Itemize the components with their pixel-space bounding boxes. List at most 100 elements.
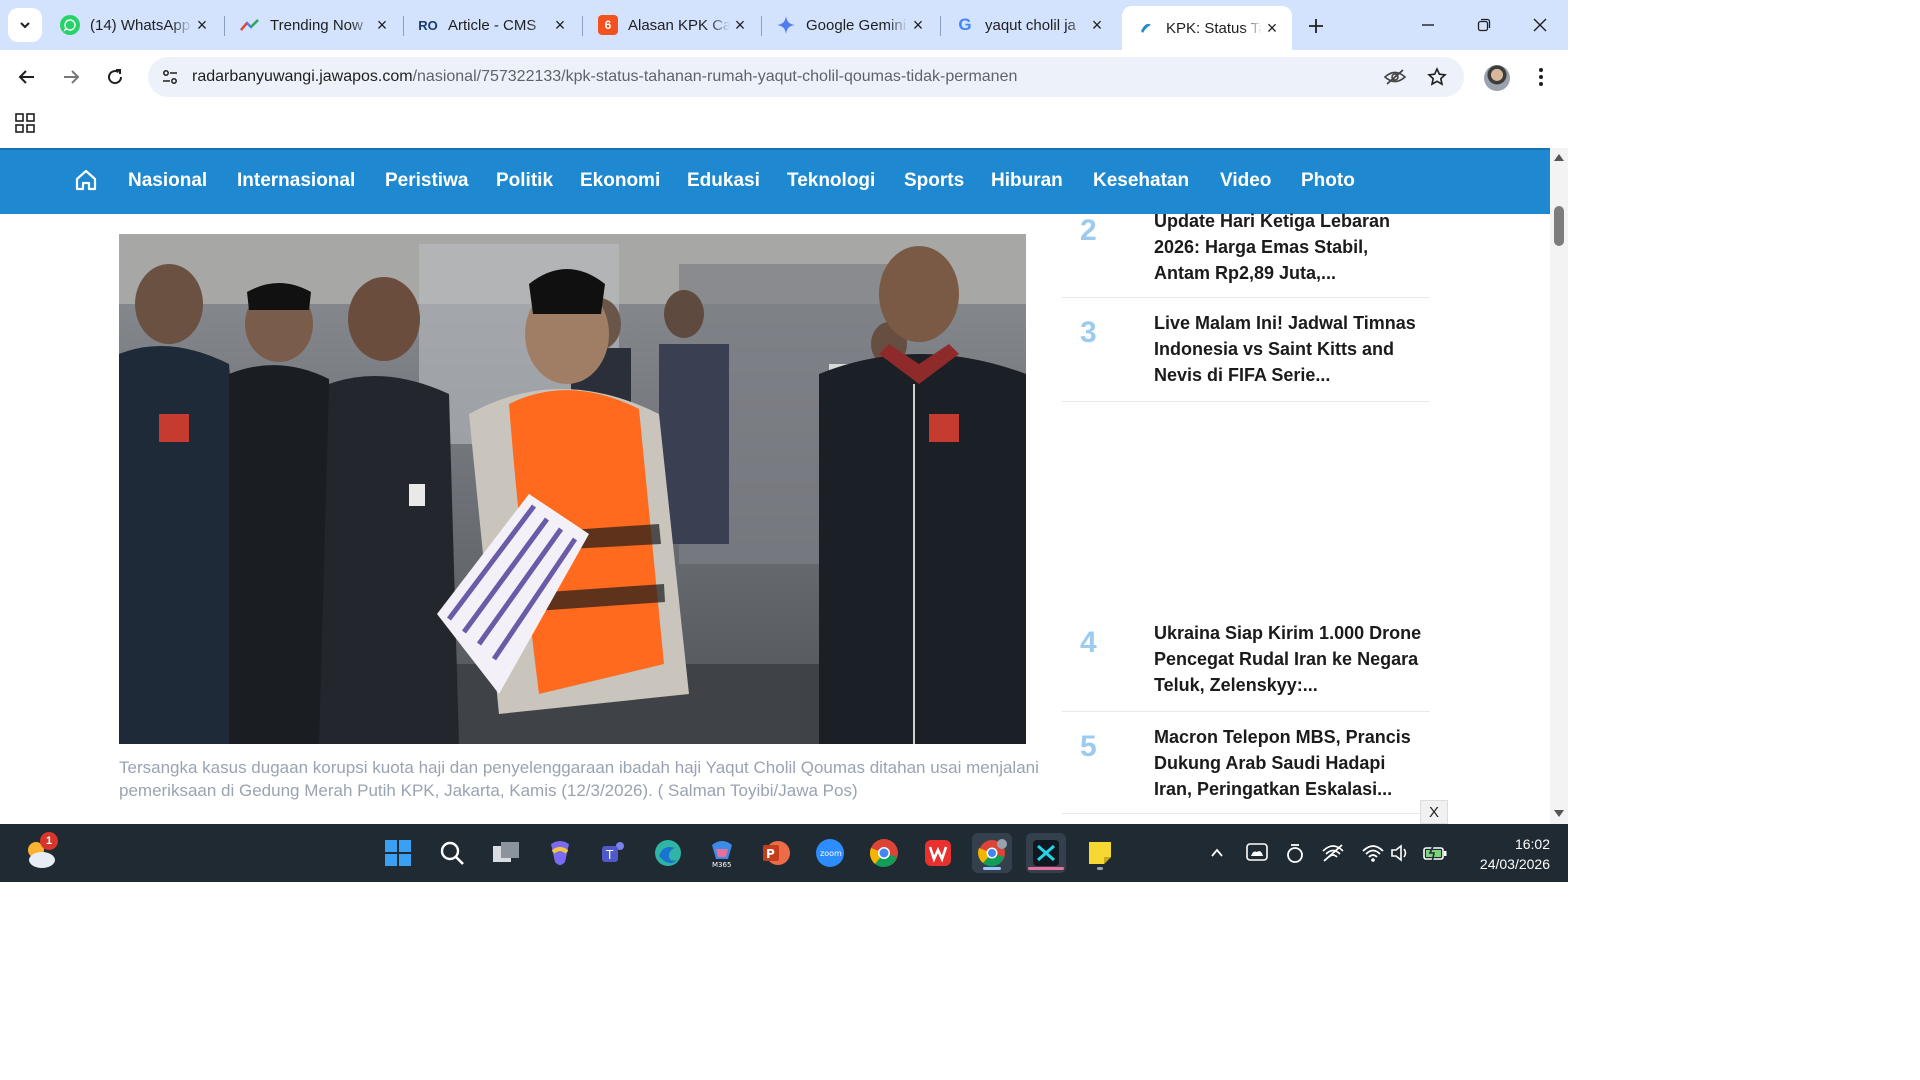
clock-time: 16:02 — [1514, 836, 1550, 852]
news-title[interactable]: Macron Telepon MBS, Prancis Dukung Arab … — [1154, 724, 1424, 802]
back-button[interactable] — [10, 60, 44, 94]
nav-kesehatan[interactable]: Kesehatan — [1093, 170, 1189, 192]
close-window-button[interactable] — [1512, 0, 1568, 50]
news-item[interactable]: 5 Macron Telepon MBS, Prancis Dukung Ara… — [1062, 712, 1430, 814]
battery-charging-icon[interactable] — [1422, 840, 1448, 866]
tab-whatsapp[interactable]: (14) WhatsApp × — [46, 6, 222, 44]
chrome-profile-button[interactable] — [972, 833, 1012, 873]
chrome-button[interactable] — [864, 833, 904, 873]
tab-google-search[interactable]: G yaqut cholil ja × — [941, 6, 1117, 44]
tab-strip: (14) WhatsApp × Trending Now × RO Articl… — [0, 0, 1568, 50]
reload-button[interactable] — [98, 60, 132, 94]
close-tab-icon[interactable]: × — [192, 15, 212, 35]
nav-politik[interactable]: Politik — [496, 170, 553, 192]
forward-button[interactable] — [54, 60, 88, 94]
news-item[interactable]: 2 Update Hari Ketiga Lebaran 2026: Harga… — [1062, 208, 1430, 298]
scroll-down-icon[interactable] — [1553, 809, 1565, 819]
restore-button[interactable] — [1456, 0, 1512, 50]
close-tab-icon[interactable]: × — [1262, 18, 1282, 38]
new-tab-button[interactable] — [1300, 10, 1332, 42]
copilot-button[interactable] — [540, 833, 580, 873]
bookmark-star-icon[interactable] — [1424, 65, 1450, 89]
tab-article-cms[interactable]: RO Article - CMS × — [404, 6, 580, 44]
restore-icon — [1477, 18, 1491, 32]
nav-peristiwa[interactable]: Peristiwa — [385, 170, 468, 192]
trending-icon — [240, 15, 260, 35]
nav-ekonomi[interactable]: Ekonomi — [580, 170, 660, 192]
arrow-left-icon — [18, 70, 34, 84]
chevron-up-icon — [1211, 848, 1223, 857]
address-bar[interactable]: radarbanyuwangi.jawapos.com/nasional/757… — [148, 57, 1464, 97]
teams-icon: T — [602, 842, 624, 862]
whatsapp-icon — [60, 15, 80, 35]
windows-taskbar: 1 T M365 P zoom 16:02 24/03/2026 — [0, 824, 1568, 882]
tab-trending[interactable]: Trending Now × — [226, 6, 402, 44]
powerpoint-button[interactable]: P — [756, 833, 796, 873]
wifi-icon[interactable] — [1360, 840, 1386, 866]
scroll-thumb[interactable] — [1554, 206, 1564, 246]
ad-close-button[interactable]: X — [1420, 800, 1448, 824]
svg-text:M365: M365 — [712, 861, 731, 869]
task-view-button[interactable] — [486, 833, 526, 873]
edge-button[interactable] — [648, 833, 688, 873]
nav-photo[interactable]: Photo — [1301, 170, 1355, 192]
tab-alasan-kpk[interactable]: 6 Alasan KPK Ca × — [584, 6, 760, 44]
zoom-icon: zoom — [816, 839, 844, 867]
m365-button[interactable]: M365 — [702, 833, 742, 873]
close-tab-icon[interactable]: × — [908, 15, 928, 35]
tracking-protection-icon[interactable] — [1382, 65, 1408, 89]
close-tab-icon[interactable]: × — [372, 15, 392, 35]
home-icon[interactable] — [72, 166, 100, 194]
capcut-icon — [1033, 840, 1059, 866]
url-text[interactable]: radarbanyuwangi.jawapos.com/nasional/757… — [192, 68, 1017, 86]
news-item[interactable]: 3 Live Malam Ini! Jadwal Timnas Indonesi… — [1062, 298, 1430, 402]
nav-sports[interactable]: Sports — [904, 170, 964, 192]
tab-title: KPK: Status Ta — [1166, 19, 1262, 37]
tab-kpk-status[interactable]: KPK: Status Ta × — [1122, 6, 1292, 50]
close-tab-icon[interactable]: × — [730, 15, 750, 35]
search-icon — [440, 841, 464, 865]
capcut-button[interactable] — [1026, 833, 1066, 873]
minimize-button[interactable] — [1400, 0, 1456, 50]
close-icon — [1533, 18, 1547, 32]
close-tab-icon[interactable]: × — [1087, 15, 1107, 35]
zoom-button[interactable]: zoom — [810, 833, 850, 873]
nav-hiburan[interactable]: Hiburan — [991, 170, 1063, 192]
volume-icon[interactable] — [1388, 840, 1414, 866]
news-number: 4 — [1080, 626, 1097, 659]
system-clock[interactable]: 16:02 24/03/2026 — [1460, 834, 1550, 874]
wps-button[interactable] — [918, 833, 958, 873]
profile-avatar[interactable] — [1484, 65, 1510, 91]
nav-edukasi[interactable]: Edukasi — [687, 170, 760, 192]
news-title[interactable]: Ukraina Siap Kirim 1.000 Drone Pencegat … — [1154, 620, 1424, 698]
network-off-icon[interactable] — [1320, 840, 1346, 866]
tab-google-gemini[interactable]: Google Gemini × — [762, 6, 938, 44]
teams-button[interactable]: T — [594, 833, 634, 873]
onedrive-icon[interactable] — [1244, 840, 1270, 866]
news-title[interactable]: Update Hari Ketiga Lebaran 2026: Harga E… — [1154, 208, 1424, 286]
show-hidden-icons-button[interactable] — [1204, 840, 1230, 866]
apps-grid-icon[interactable] — [14, 112, 36, 134]
close-tab-icon[interactable]: × — [550, 15, 570, 35]
nav-internasional[interactable]: Internasional — [237, 170, 355, 192]
plus-icon — [1309, 19, 1323, 33]
menu-icon[interactable] — [1528, 62, 1554, 92]
news-item[interactable]: 4 Ukraina Siap Kirim 1.000 Drone Pencega… — [1062, 620, 1430, 712]
svg-text:P: P — [766, 847, 775, 861]
search-button[interactable] — [432, 833, 472, 873]
page-scrollbar[interactable] — [1550, 148, 1568, 824]
nav-nasional[interactable]: Nasional — [128, 170, 207, 192]
nav-teknologi[interactable]: Teknologi — [787, 170, 875, 192]
scroll-up-icon[interactable] — [1553, 152, 1565, 162]
active-indicator — [983, 867, 1001, 870]
chevron-down-icon — [20, 22, 30, 29]
start-button[interactable] — [378, 833, 418, 873]
tab-search-button[interactable] — [8, 8, 42, 42]
site-info-icon[interactable] — [150, 57, 190, 97]
sticky-notes-button[interactable] — [1080, 833, 1120, 873]
sticky-notes-icon — [1089, 842, 1111, 864]
news-title[interactable]: Live Malam Ini! Jadwal Timnas Indonesia … — [1154, 310, 1424, 388]
sync-icon[interactable] — [1282, 840, 1308, 866]
nav-video[interactable]: Video — [1220, 170, 1271, 192]
news-6-icon: 6 — [598, 15, 618, 35]
